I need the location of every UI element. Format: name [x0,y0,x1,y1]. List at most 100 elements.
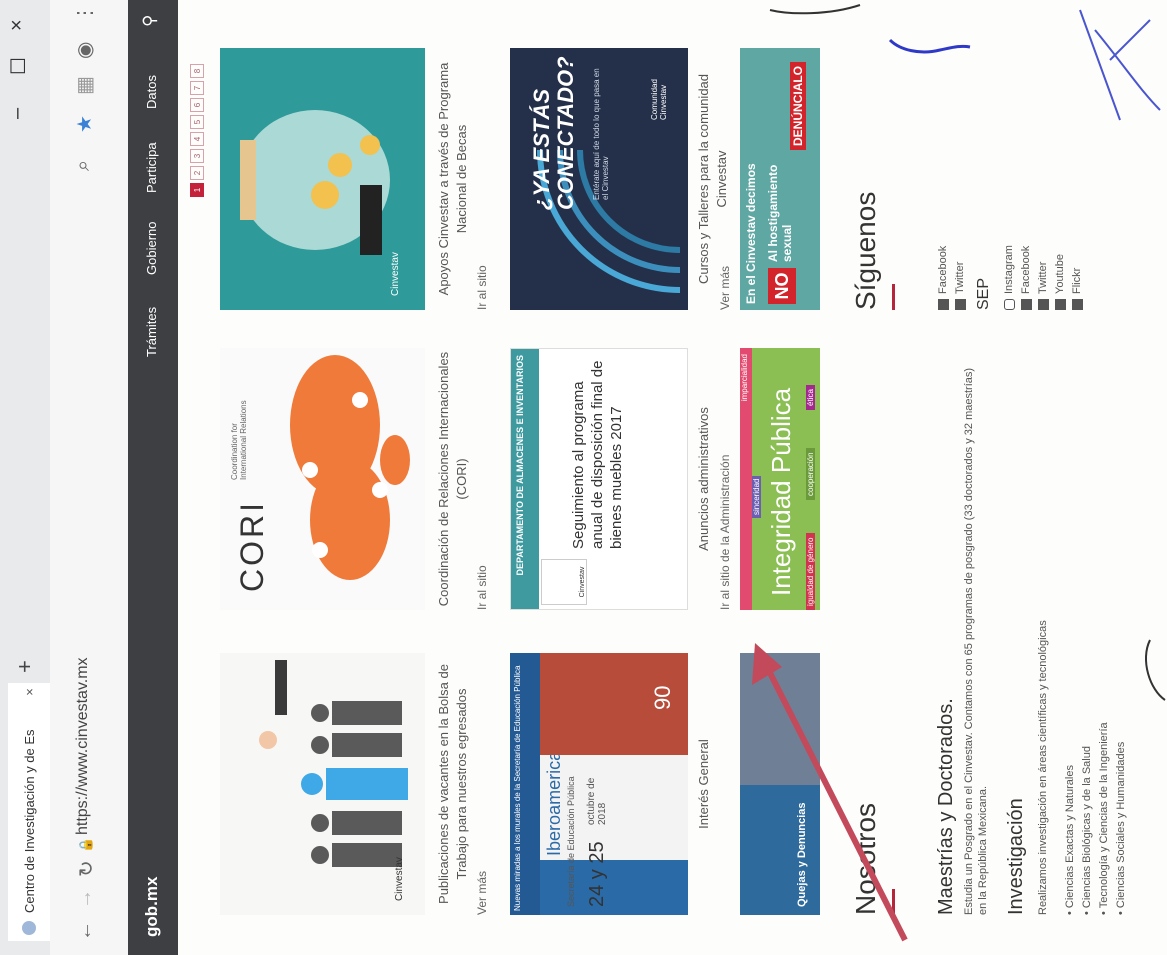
cinvestav-logo: Cinvestav [541,559,587,605]
pager-dot[interactable]: 2 [190,166,204,180]
cori-caption: Coordinación de Relaciones Internacional… [436,351,469,607]
area-item: • Ciencias Exactas y Naturales [1064,765,1076,915]
integridad-title: Integridad Pública [766,387,796,596]
facebook-link[interactable]: Facebook [937,246,949,310]
integridad-tag: cooperación [806,448,815,500]
area-item: • Ciencias Sociales y Humanidades [1115,741,1127,915]
quejas-label: Quejas y Denuncias [796,802,808,907]
salon-sub: Secretaría de Educación Pública [566,776,576,907]
becas-image[interactable]: Cinvestav [220,48,425,310]
cori-image[interactable]: CORI Coordination for International Rela… [220,348,425,610]
minimize-button[interactable]: – [6,108,29,119]
flickr-link[interactable]: Flickr [1071,268,1083,310]
conectado-title: ¿YA ESTÁS CONECTADO? [529,56,578,210]
social-label: Flickr [1071,267,1083,294]
cori-logo: CORI [234,500,270,592]
quejas-image[interactable]: Quejas y Denuncias [740,653,820,915]
twitter-icon [1037,299,1049,310]
favicon-icon [22,921,36,935]
social-label: Facebook [937,245,949,294]
investigacion-title: Investigación [1005,798,1027,915]
profile-icon[interactable]: ◉ [72,42,97,59]
gob-logo[interactable]: gob.mx [142,877,162,937]
almacenes-header: DEPARTAMENTO DE ALMACENES E INVENTARIOS [511,348,539,609]
close-window-button[interactable]: × [6,19,29,31]
menu-icon[interactable]: ⋮ [72,3,97,23]
youtube-icon [1054,299,1066,310]
area-item: • Ciencias Biológicas y de la Salud [1081,746,1093,915]
almacenes-image[interactable]: DEPARTAMENTO DE ALMACENES E INVENTARIOS … [510,348,688,610]
pager-dot[interactable]: 8 [190,64,204,78]
instagram-link[interactable]: Instagram [1003,245,1015,310]
becas-caption: Apoyos Cinvestav a través de Programa Na… [436,62,469,296]
tab-bar: Centro de Investigación y de Es × + – ☐ … [0,0,50,955]
salon-month: octubre de 2018 [586,777,608,825]
salon-title: Salón Iberoamericano [544,730,564,907]
pager-dot[interactable]: 5 [190,115,204,129]
administracion-link[interactable]: Ir al sitio de la Administración [718,455,732,610]
integridad-image[interactable]: imparcialidad sinceridad Integridad Públ… [740,348,820,610]
reload-icon[interactable]: ↻ [74,860,99,877]
pager-dot[interactable]: 7 [190,81,204,95]
forward-icon[interactable]: → [74,889,97,909]
vacantes-link[interactable]: Ver más [475,871,489,915]
area-label: Ciencias Biológicas y de la Salud [1081,746,1093,909]
integridad-tag: sinceridad [752,475,761,518]
star-icon[interactable]: ★ [72,115,97,133]
area-item: • Tecnología y Ciencias de la Ingeniería [1098,722,1110,915]
carousel-pager: 1 2 3 4 5 6 7 8 [190,64,204,197]
twitter-link[interactable]: Twitter [954,262,966,310]
conectado-brand: Comunidad Cinvestav [650,79,668,120]
salon-date: 24 y 25 [586,841,608,907]
extension-icon[interactable]: ▦ [72,76,97,95]
menu-gobierno[interactable]: Gobierno [144,222,159,275]
siguenos-rule [892,284,895,310]
menu-participa[interactable]: Participa [144,142,159,193]
youtube-link[interactable]: Youtube [1054,254,1066,310]
facebook-link[interactable]: Facebook [1020,246,1032,310]
salon-badge: 90 [650,685,675,710]
hostigamiento-line1: En el Cinvestav decimos [744,163,758,304]
zoom-icon[interactable]: ⌕ [72,160,95,171]
address-bar-row: ← → ↻ 🔒 https://www.cinvestav.mx ⌕ ★ ▦ ◉… [50,0,129,955]
social-label: Twitter [1037,261,1049,294]
menu-datos[interactable]: Datos [144,75,159,109]
pager-dot[interactable]: 6 [190,98,204,112]
cori-link[interactable]: Ir al sitio [475,565,489,610]
hostigamiento-no: NO [768,268,796,304]
social-label: Instagram [1003,245,1015,294]
cinvestav-logo: Cinvestav [390,252,401,296]
tab-close-icon[interactable]: × [22,683,37,701]
facebook-icon [1020,299,1032,310]
integridad-tag: imparcialidad [740,348,752,610]
social-label: Twitter [954,261,966,294]
facebook-icon [937,299,949,310]
back-icon[interactable]: ← [74,921,97,941]
pager-dot[interactable]: 1 [190,183,204,197]
conectado-sub: Entérate aquí de todo lo que pasa en el … [592,68,610,200]
cursos-link[interactable]: Ver más [718,266,732,310]
salon-image[interactable]: Nuevas miradas a los murales de la Secre… [510,653,688,915]
denuncialo-badge: DENÚNCIALO [790,62,806,150]
maximize-button[interactable]: ☐ [6,57,31,75]
pager-dot[interactable]: 3 [190,149,204,163]
becas-link[interactable]: Ir al sitio [475,265,489,310]
siguenos-heading: Síguenos [850,191,881,310]
hostigamiento-line2: Al hostigamiento sexual [766,164,794,262]
twitter-icon [954,299,966,310]
area-label: Ciencias Exactas y Naturales [1064,765,1076,909]
salon-header: Nuevas miradas a los murales de la Secre… [510,653,540,915]
menu-tramites[interactable]: Trámites [144,307,159,357]
gob-navbar: gob.mx Trámites Gobierno Participa Datos… [128,0,178,955]
search-icon[interactable]: ⚲ [140,15,160,27]
browser-window: Centro de Investigación y de Es × + – ☐ … [0,0,1167,955]
vacantes-image[interactable]: Cinvestav [220,653,425,915]
url-input[interactable]: https://www.cinvestav.mx [74,657,92,835]
pager-dot[interactable]: 4 [190,132,204,146]
nosotros-heading: Nosotros [850,802,881,915]
hostigamiento-image[interactable]: En el Cinvestav decimos NO Al hostigamie… [740,48,820,310]
twitter-link[interactable]: Twitter [1037,262,1049,310]
conectado-image[interactable]: ¿YA ESTÁS CONECTADO? Entérate aquí de to… [510,48,688,310]
browser-tab[interactable]: Centro de Investigación y de Es × [8,683,50,941]
new-tab-button[interactable]: + [12,660,38,673]
